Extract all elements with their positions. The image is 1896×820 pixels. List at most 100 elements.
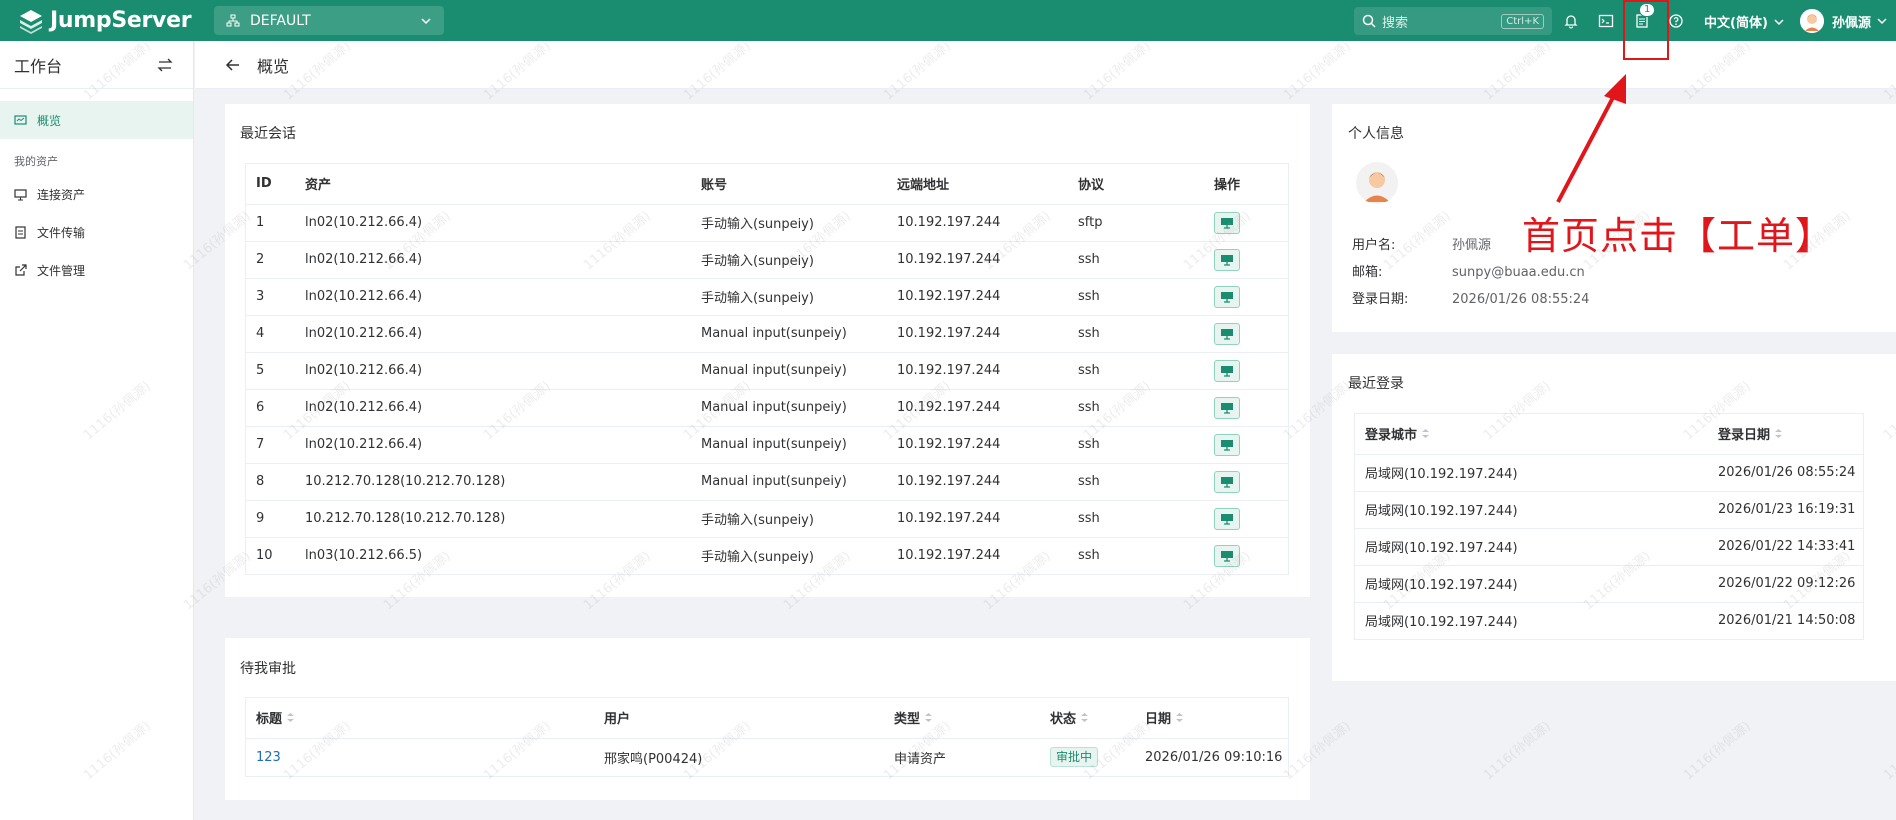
session-asset: 10.212.70.128(10.212.70.128) [295, 500, 691, 538]
connect-button[interactable] [1214, 359, 1240, 382]
session-protocol: ssh [1068, 389, 1204, 427]
session-remote-addr: 10.192.197.244 [887, 278, 1068, 316]
annotation-highlight-box [1623, 0, 1669, 60]
connect-button[interactable] [1214, 433, 1240, 456]
monitor-icon [1221, 291, 1233, 303]
table-row: 2 ln02(10.212.66.4) 手动输入(sunpeiy) 10.192.19… [246, 241, 1288, 279]
column-header[interactable]: 状态 [1040, 698, 1135, 739]
sidebar-item-label: 文件管理 [37, 263, 86, 278]
sidebar-item-overview[interactable]: 概览 [0, 101, 193, 139]
back-arrow-icon[interactable] [225, 57, 241, 73]
language-selector[interactable]: 中文(简体) [1704, 12, 1786, 31]
table-row: 4 ln02(10.212.66.4) Manual input(sunpeiy) 1… [246, 315, 1288, 353]
annotation-text: 首页点击【工单】 [1522, 214, 1835, 258]
card-title: 待我审批 [240, 661, 296, 677]
watermark-text: 1116(孙佩源) [1681, 718, 1755, 784]
sidebar-item-label: 概览 [37, 113, 62, 128]
monitor-icon [1221, 476, 1233, 488]
table-row: 123 邢家鸣(P00424) 申请资产 审批中 2026/01/26 09:1… [246, 738, 1288, 776]
sidebar-item-file-transfer[interactable]: 文件传输 [0, 213, 193, 251]
session-protocol: ssh [1068, 241, 1204, 279]
login-city: 局域网(10.192.197.244) [1355, 528, 1708, 566]
session-id: 1 [246, 204, 295, 242]
login-city: 局域网(10.192.197.244) [1355, 454, 1708, 492]
brand-name: JumpServer [50, 8, 192, 33]
session-account: Manual input(sunpeiy) [691, 389, 887, 427]
global-search[interactable]: 搜索 Ctrl+K [1354, 7, 1552, 35]
session-id: 5 [246, 352, 295, 390]
monitor-icon [1221, 550, 1233, 562]
session-asset: ln02(10.212.66.4) [295, 278, 691, 316]
session-account: Manual input(sunpeiy) [691, 315, 887, 353]
table-row: 局域网(10.192.197.244) 2026/01/22 14:33:41 [1355, 528, 1863, 566]
session-protocol: ssh [1068, 463, 1204, 501]
ticket-date: 2026/01/26 09:10:16 [1145, 749, 1283, 765]
session-asset: ln02(10.212.66.4) [295, 204, 691, 242]
login-date: 2026/01/22 14:33:41 [1708, 528, 1863, 566]
connect-button[interactable] [1214, 211, 1240, 234]
column-header[interactable]: 类型 [884, 698, 1040, 739]
chevron-down-icon [1877, 18, 1887, 25]
table-row: 3 ln02(10.212.66.4) 手动输入(sunpeiy) 10.192.19… [246, 278, 1288, 316]
session-remote-addr: 10.192.197.244 [887, 500, 1068, 538]
connect-button[interactable] [1214, 248, 1240, 271]
connect-button[interactable] [1214, 396, 1240, 419]
session-asset: ln02(10.212.66.4) [295, 389, 691, 427]
column-header[interactable]: 标题 [246, 698, 594, 739]
sidebar-header: 工作台 [0, 41, 193, 89]
search-icon [1362, 14, 1376, 28]
bell-icon[interactable] [1562, 12, 1580, 30]
column-header: ID [246, 164, 295, 205]
session-account: Manual input(sunpeiy) [691, 352, 887, 390]
watermark-text: 1116(孙佩源) [1481, 718, 1555, 784]
profile-username-row: 用户名: 孙佩源 [1352, 238, 1492, 253]
login-date: 2026/01/21 14:50:08 [1718, 613, 1856, 629]
monitor-icon [1221, 402, 1233, 414]
recent-logins-card: 最近登录 登录城市 登录日期 局域网(10.192.197.244) 2026/0… [1332, 354, 1896, 681]
ticket-user: 邢家鸣(P00424) [604, 751, 703, 767]
sort-icon [286, 712, 295, 727]
connect-button[interactable] [1214, 507, 1240, 530]
help-icon[interactable] [1667, 12, 1685, 30]
table-header-row: 标题 用户 类型 状态 日期 [246, 698, 1288, 739]
monitor-icon [1221, 217, 1233, 229]
table-row: 6 ln02(10.212.66.4) Manual input(sunpeiy) 1… [246, 389, 1288, 427]
org-label: DEFAULT [250, 12, 311, 29]
terminal-icon[interactable] [1597, 12, 1615, 30]
column-header[interactable]: 登录城市 [1355, 414, 1708, 455]
table-row: 局域网(10.192.197.244) 2026/01/26 08:55:24 [1355, 454, 1863, 492]
session-id: 3 [246, 278, 295, 316]
external-link-icon [15, 263, 27, 276]
connect-button[interactable] [1214, 285, 1240, 308]
session-remote-addr: 10.192.197.244 [887, 241, 1068, 279]
sidebar-item-connect-assets[interactable]: 连接资产 [0, 175, 193, 213]
session-asset: ln02(10.212.66.4) [295, 426, 691, 464]
column-header[interactable]: 日期 [1135, 698, 1288, 739]
user-menu[interactable]: 孙佩源 [1800, 9, 1889, 33]
connect-button[interactable] [1214, 470, 1240, 493]
sidebar-item-label: 文件传输 [37, 225, 86, 240]
connect-button[interactable] [1214, 544, 1240, 567]
column-header: 用户 [594, 698, 884, 739]
ticket-title-link[interactable]: 123 [256, 750, 281, 765]
sidebar-title: 工作台 [14, 56, 63, 76]
chevron-down-icon [421, 17, 431, 24]
column-header[interactable]: 登录日期 [1708, 414, 1863, 455]
session-protocol: sftp [1068, 204, 1204, 242]
monitor-icon [1221, 513, 1233, 525]
org-selector[interactable]: DEFAULT [214, 6, 444, 35]
table-row: 局域网(10.192.197.244) 2026/01/23 16:19:31 [1355, 491, 1863, 529]
swap-icon[interactable] [157, 57, 173, 73]
login-city: 局域网(10.192.197.244) [1355, 491, 1708, 529]
brand-logo[interactable]: JumpServer [18, 8, 214, 34]
profile-login-date-row: 登录日期: 2026/01/26 08:55:24 [1352, 292, 1590, 307]
annotation-arrow [1556, 74, 1626, 203]
sidebar-item-file-management[interactable]: 文件管理 [0, 251, 193, 289]
session-id: 7 [246, 426, 295, 464]
session-account: Manual input(sunpeiy) [691, 463, 887, 501]
top-navbar: JumpServer DEFAULT 搜索 Ctrl+K 1 中文(简体) 孙佩… [0, 0, 1896, 41]
connect-button[interactable] [1214, 322, 1240, 345]
login-date: 2026/01/26 08:55:24 [1708, 454, 1863, 492]
login-city: 局域网(10.192.197.244) [1355, 565, 1708, 603]
table-row: 5 ln02(10.212.66.4) Manual input(sunpeiy) 1… [246, 352, 1288, 390]
